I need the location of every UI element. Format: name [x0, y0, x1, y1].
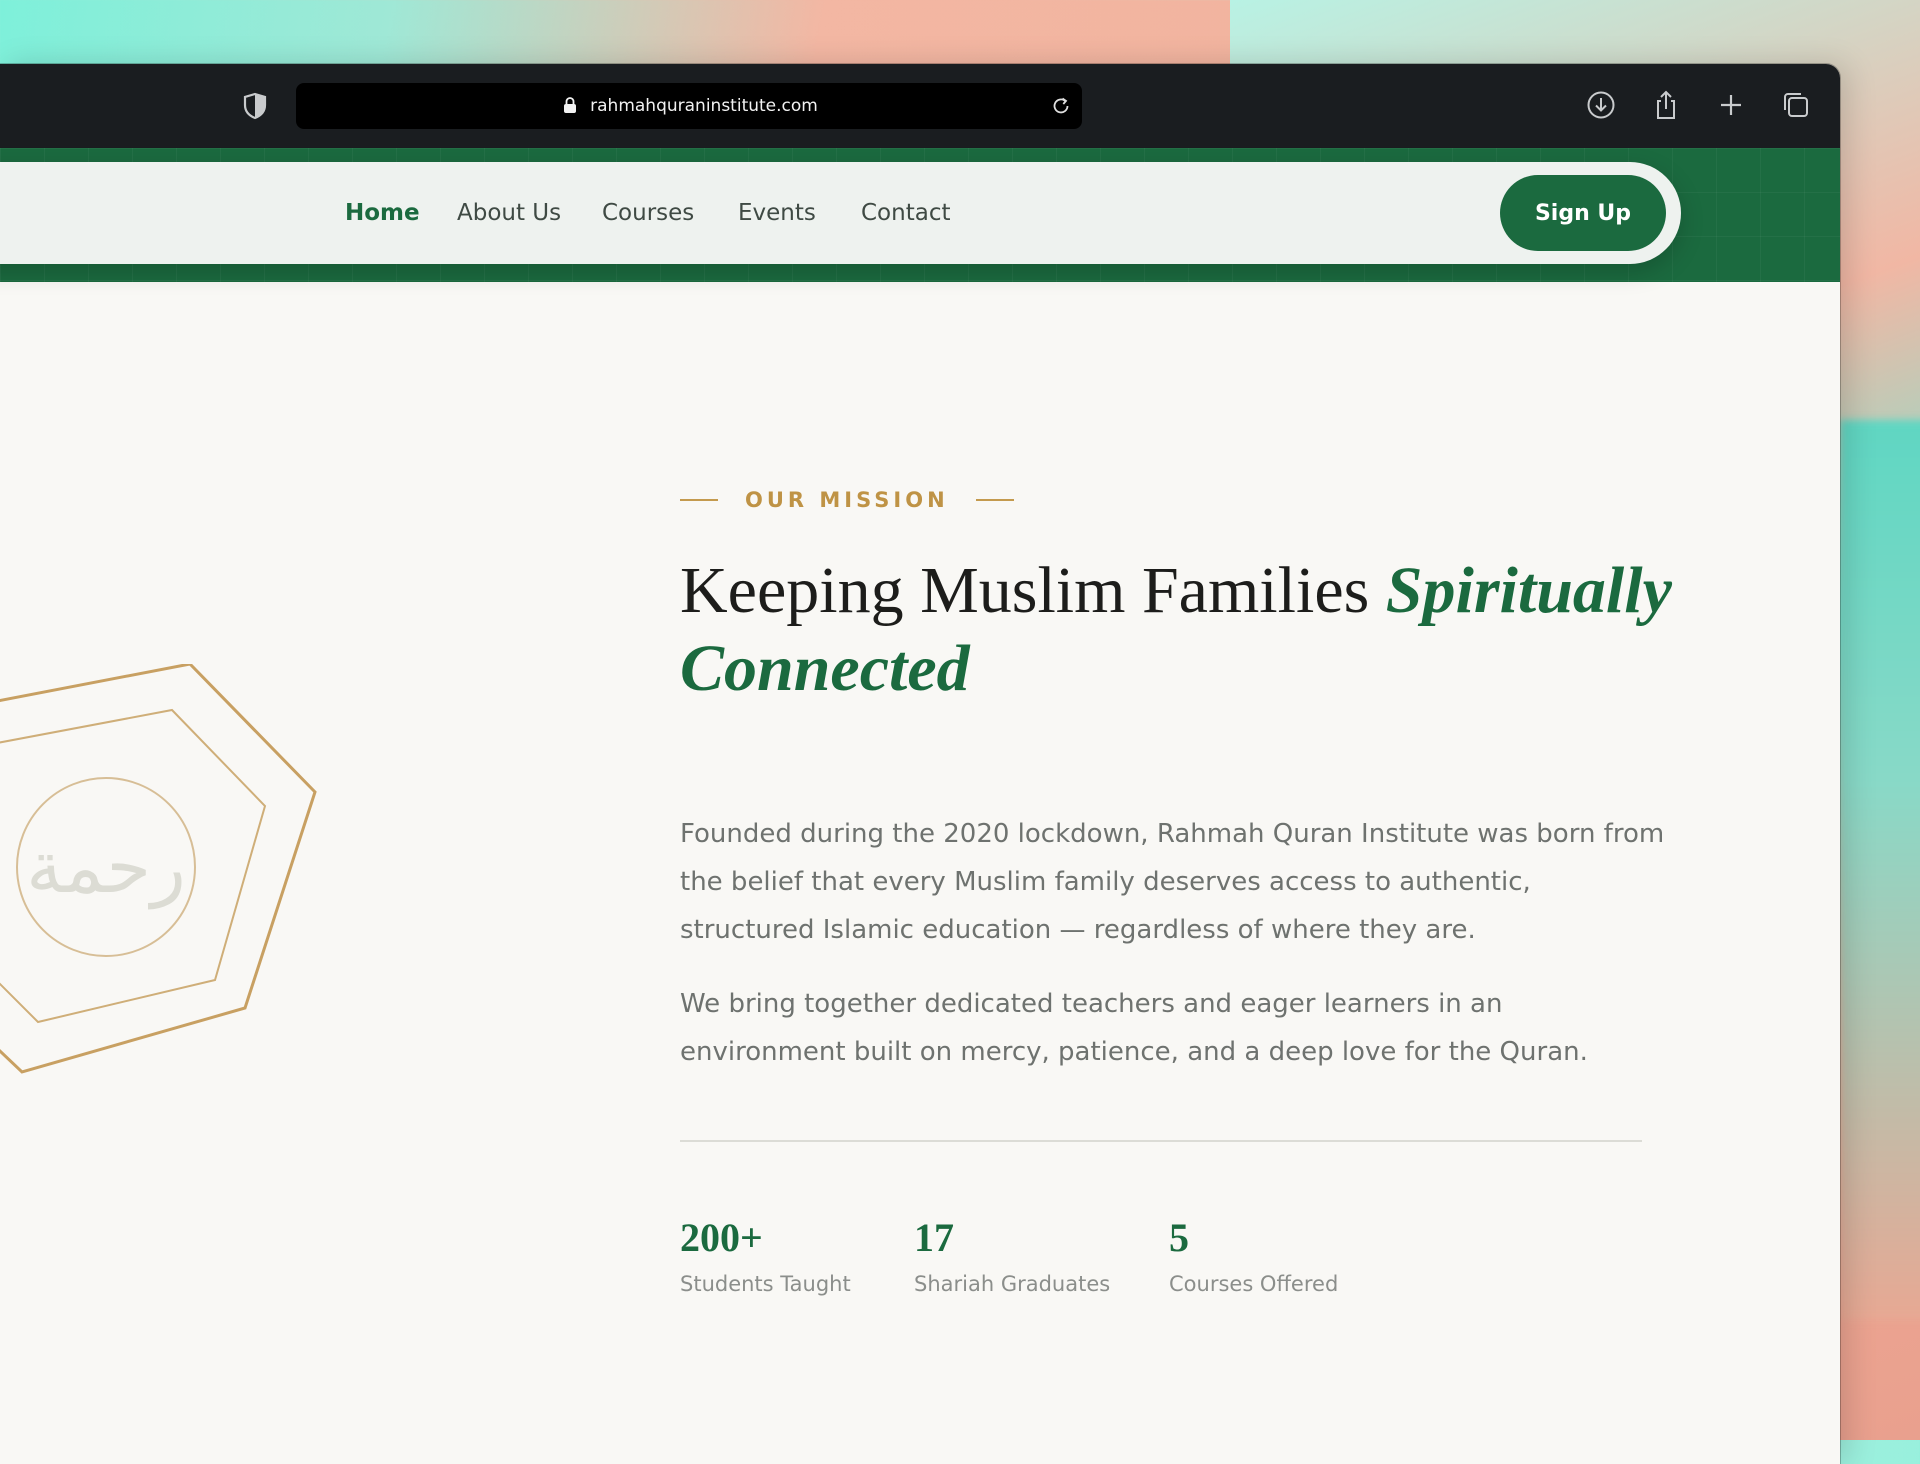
background-gradient-accent	[1840, 420, 1920, 1320]
url-text: rahmahquraninstitute.com	[590, 96, 818, 116]
emblem-arabic-text: رحمة	[26, 825, 186, 910]
mission-headline: Keeping Muslim Families Spiritually Conn…	[680, 552, 1680, 708]
eyebrow-line-right	[975, 499, 1014, 501]
download-icon[interactable]	[1584, 88, 1618, 122]
section-divider	[680, 1140, 1642, 1142]
nav-events[interactable]: Events	[738, 200, 816, 226]
stat-graduates: 17 Shariah Graduates	[914, 1214, 1110, 1296]
nav-courses[interactable]: Courses	[602, 200, 694, 226]
navbar	[0, 162, 1681, 264]
mission-paragraph-1: Founded during the 2020 lockdown, Rahmah…	[680, 819, 1665, 945]
share-icon[interactable]	[1649, 88, 1683, 122]
nav-contact[interactable]: Contact	[861, 200, 950, 226]
new-tab-plus-icon[interactable]	[1714, 88, 1748, 122]
nav-about-us[interactable]: About Us	[457, 200, 561, 226]
reload-icon[interactable]	[1050, 95, 1072, 117]
address-bar[interactable]: rahmahquraninstitute.com	[296, 83, 1082, 129]
stat-value: 5	[1169, 1215, 1189, 1260]
mission-paragraph-2: We bring together dedicated teachers and…	[680, 989, 1588, 1067]
stat-value: 17	[914, 1215, 954, 1260]
stat-label: Students Taught	[680, 1272, 851, 1296]
stat-courses: 5 Courses Offered	[1169, 1214, 1338, 1296]
stat-students: 200+ Students Taught	[680, 1214, 851, 1296]
stat-label: Shariah Graduates	[914, 1272, 1111, 1296]
section-eyebrow: OUR MISSION	[680, 488, 1014, 512]
tabs-overview-icon[interactable]	[1779, 88, 1813, 122]
browser-toolbar: rahmahquraninstitute.com	[0, 64, 1840, 148]
eyebrow-label: OUR MISSION	[745, 488, 949, 512]
rahmah-emblem-logo: رحمة	[0, 664, 317, 1074]
sign-up-button[interactable]: Sign Up	[1500, 175, 1666, 251]
privacy-shield-icon[interactable]	[240, 91, 270, 121]
headline-plain: Keeping Muslim Families	[680, 554, 1386, 627]
stat-value: 200+	[680, 1215, 763, 1260]
browser-window: rahmahquraninstitute.com Home About Us C…	[0, 64, 1840, 1464]
stat-label: Courses Offered	[1169, 1272, 1339, 1296]
eyebrow-line-left	[680, 499, 718, 501]
nav-home[interactable]: Home	[345, 200, 420, 226]
